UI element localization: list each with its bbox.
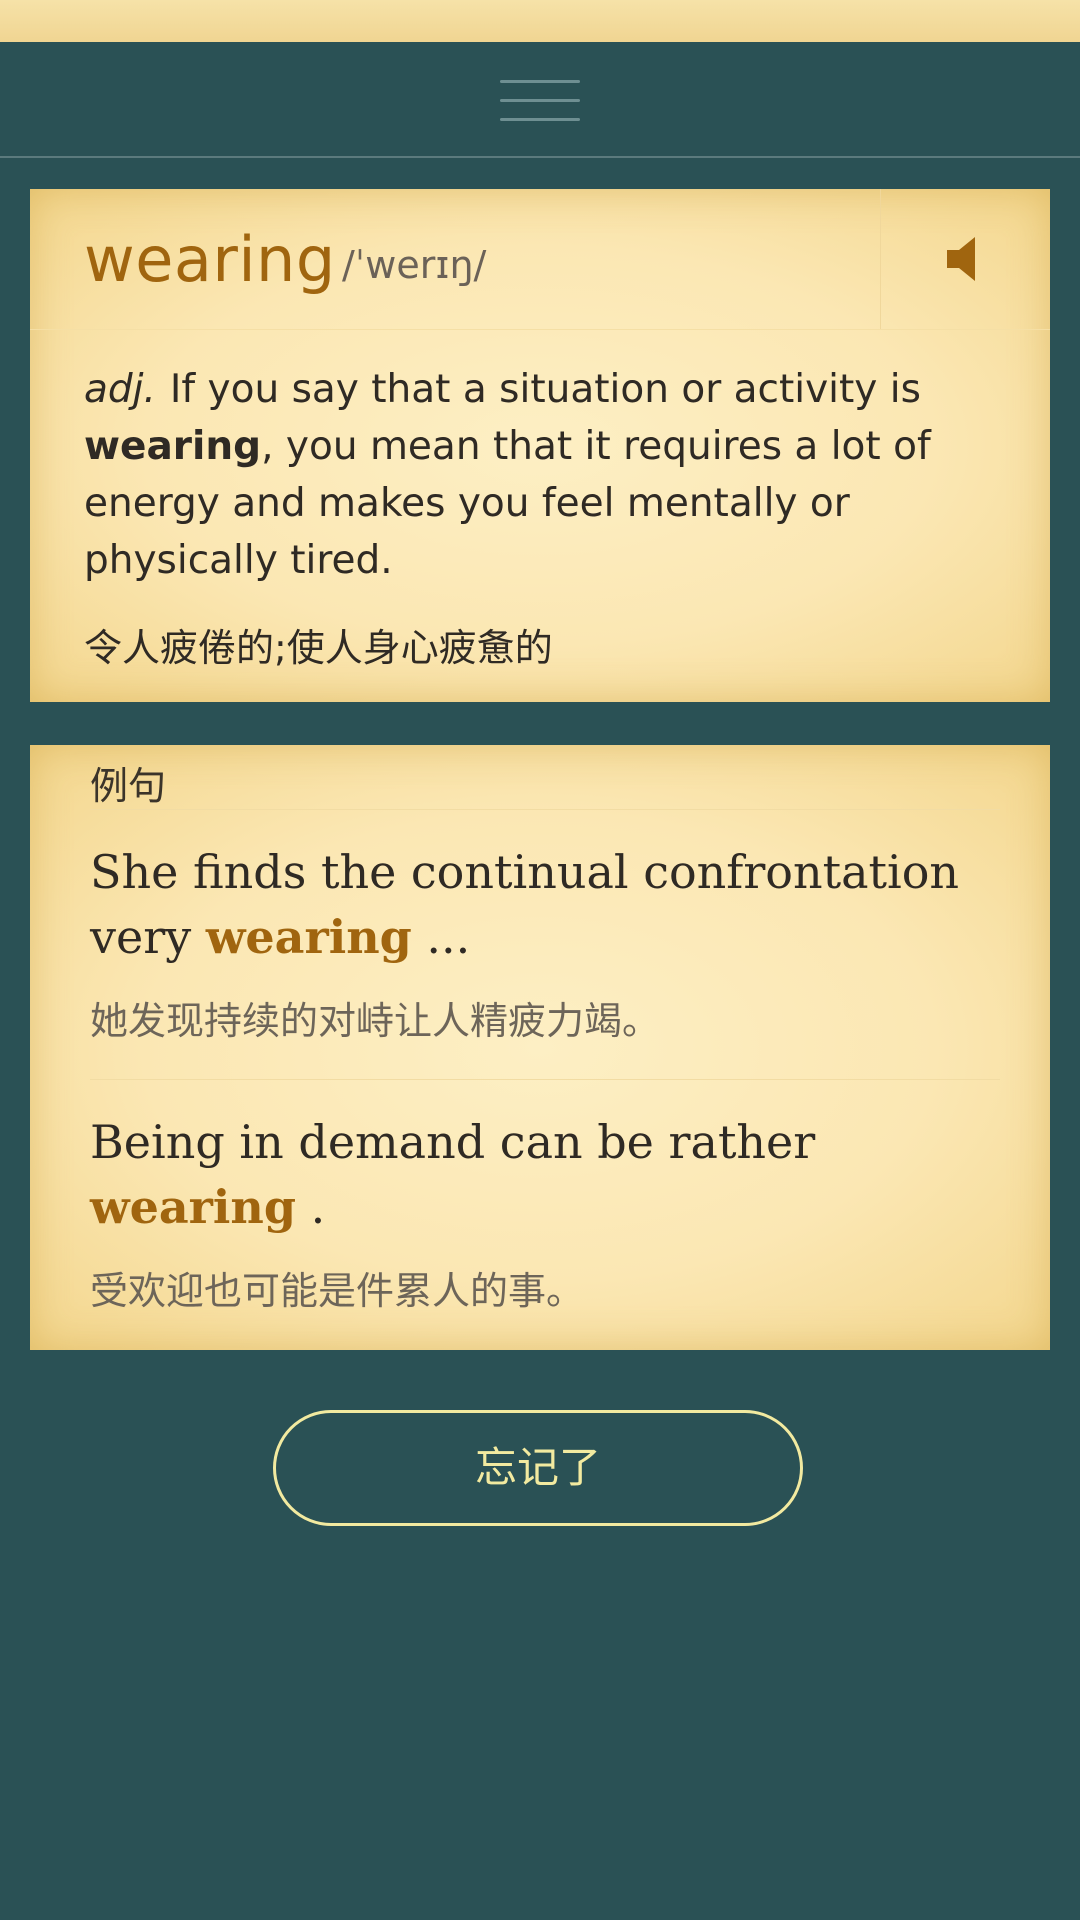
- speaker-icon: [947, 237, 975, 281]
- definition-before: If you say that a situation or activity …: [169, 367, 921, 412]
- definition-highlight: wearing: [84, 424, 262, 469]
- word-card: wearing /ˈwerɪŋ/ adj. If you say that a s…: [30, 189, 1050, 702]
- pronounce-button[interactable]: [880, 189, 1051, 329]
- example-sentence: Being in demand can be rather wearing .: [90, 1110, 1010, 1240]
- example-highlight: wearing: [90, 1180, 296, 1234]
- example-highlight: wearing: [205, 910, 412, 964]
- definition-chinese: 令人疲倦的;使人身心疲惫的: [84, 626, 553, 670]
- part-of-speech: adj.: [84, 367, 156, 412]
- top-strip: [0, 0, 1080, 42]
- example-translation: 她发现持续的对峙让人精疲力竭。: [90, 999, 661, 1043]
- phonetic: /ˈwerɪŋ/: [342, 243, 487, 287]
- hamburger-menu-icon[interactable]: [496, 76, 584, 126]
- example-text: Being in demand can be rather: [90, 1115, 816, 1169]
- example-sentence: She finds the continual confrontation ve…: [90, 840, 1010, 970]
- examples-card: 例句 She finds the continual confrontation…: [30, 745, 1050, 1350]
- example-text: .: [296, 1180, 326, 1234]
- header-bar: [0, 42, 1080, 158]
- word-row: wearing /ˈwerɪŋ/: [30, 189, 1050, 330]
- example-translation: 受欢迎也可能是件累人的事。: [90, 1269, 585, 1313]
- headword: wearing: [84, 223, 336, 296]
- divider: [90, 809, 1000, 810]
- example-text: ...: [411, 910, 471, 964]
- forgot-button[interactable]: 忘记了: [273, 1410, 803, 1526]
- examples-heading: 例句: [90, 764, 167, 808]
- divider: [90, 1079, 1000, 1080]
- definition-text: adj. If you say that a situation or activ…: [84, 361, 944, 589]
